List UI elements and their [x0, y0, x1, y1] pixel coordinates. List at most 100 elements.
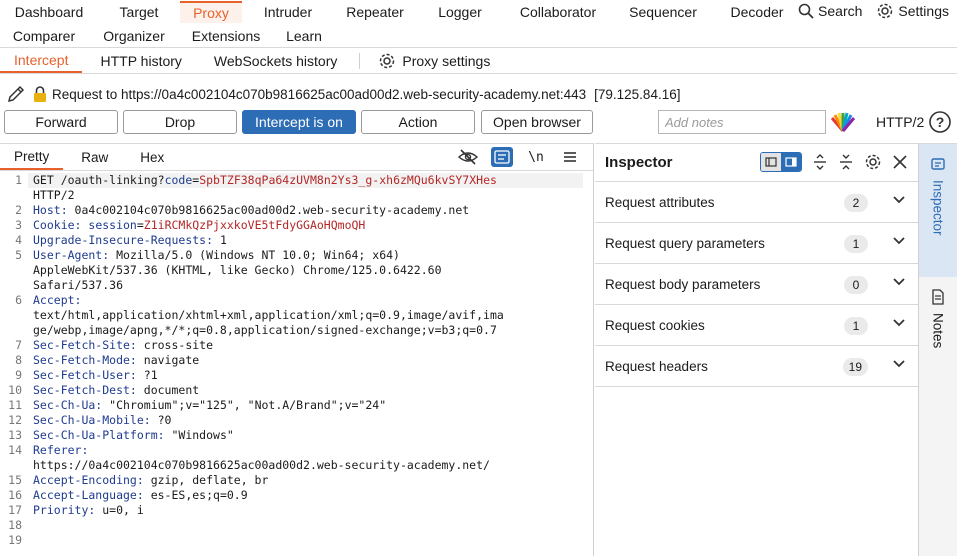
tab-intercept[interactable]: Intercept — [0, 48, 83, 73]
header-name: Sec-Fetch-Mode: — [33, 353, 137, 367]
inspector-tools — [760, 152, 908, 172]
nav-tab-repeater[interactable]: Repeater — [334, 1, 416, 23]
nav-tab-proxy[interactable]: Proxy — [180, 1, 242, 23]
tab-hex[interactable]: Hex — [122, 144, 178, 170]
inspector-section-query-parameters[interactable]: Request query parameters 1 — [595, 223, 918, 264]
line-number: 1 — [15, 173, 22, 187]
intercept-toggle-button[interactable]: Intercept is on — [242, 110, 356, 134]
action-button[interactable]: Action — [361, 110, 475, 134]
expand-all-icon[interactable] — [812, 153, 828, 171]
tab-pretty[interactable]: Pretty — [0, 144, 64, 170]
line-number: 19 — [8, 533, 22, 547]
show-newlines-button[interactable]: \n — [525, 147, 547, 167]
inspector-count-badge: 19 — [842, 358, 868, 376]
header-value: 0a4c002104c070b9816625ac00ad00d2.web-sec… — [67, 203, 470, 217]
code-line: User-Agent: Mozilla/5.0 (Windows NT 10.0… — [33, 248, 400, 263]
inspector-count-badge: 1 — [844, 317, 868, 335]
search-icon — [798, 3, 814, 19]
tab-websockets-history[interactable]: WebSockets history — [196, 48, 351, 73]
header-value: ?0 — [150, 413, 172, 427]
inspector-layout-toggle[interactable] — [760, 152, 802, 172]
subtabs-divider — [359, 52, 361, 69]
header-value: 1 — [213, 233, 227, 247]
code-line: Sec-Ch-Ua-Platform: "Windows" — [33, 428, 234, 443]
nav-tab-collaborator[interactable]: Collaborator — [504, 1, 612, 23]
chevron-down-icon — [893, 278, 905, 286]
inspector-section-headers[interactable]: Request headers 19 — [595, 346, 918, 387]
code-line: Accept-Language: es-ES,es;q=0.9 — [33, 488, 248, 503]
header-name: Accept-Encoding: — [33, 473, 144, 487]
header-name: Accept-Language: — [33, 488, 144, 502]
tab-http-history[interactable]: HTTP history — [82, 48, 195, 73]
inspector-section-label: Request cookies — [605, 317, 705, 333]
request-ip: [79.125.84.16] — [594, 86, 681, 102]
inspector-count-badge: 2 — [844, 194, 868, 212]
inspector-section-body-parameters[interactable]: Request body parameters 0 — [595, 264, 918, 305]
nav-tab-intruder[interactable]: Intruder — [242, 1, 334, 23]
header-name: Host: — [33, 203, 68, 217]
pencil-icon[interactable] — [6, 84, 26, 104]
header-name: Sec-Fetch-User: — [33, 368, 137, 382]
rail-label-notes: Notes — [930, 313, 946, 349]
inspector-section-label: Request attributes — [605, 194, 715, 210]
forward-button[interactable]: Forward — [4, 110, 118, 134]
code-line: Sec-Ch-Ua: "Chromium";v="125", "Not.A/Br… — [33, 398, 386, 413]
nav-tab-dashboard[interactable]: Dashboard — [0, 1, 98, 23]
header-name: Accept: — [33, 293, 82, 307]
notes-input[interactable] — [658, 110, 826, 134]
header-name: Sec-Ch-Ua-Platform: — [33, 428, 165, 442]
rail-tab-notes[interactable]: Notes — [919, 289, 957, 379]
hide-nonprintable-button[interactable] — [457, 147, 479, 167]
inspector-panel: Inspector Request attributes 2 Request q… — [595, 143, 918, 556]
rail-tab-inspector[interactable]: Inspector — [919, 144, 957, 277]
line-number: 8 — [15, 353, 22, 367]
cookie-name: session — [81, 218, 137, 232]
drop-button[interactable]: Drop — [123, 110, 237, 134]
highlight-color-icon[interactable] — [830, 112, 856, 132]
global-settings-button[interactable]: Settings — [876, 2, 949, 20]
open-browser-button[interactable]: Open browser — [481, 110, 593, 134]
query-param-value: SpbTZF38qPa64zUVM8n2Ys3_g-xh6zMQu6kvSY7X… — [199, 173, 497, 187]
collapse-all-icon[interactable] — [838, 153, 854, 171]
request-code-view[interactable]: 1 GET /oauth-linking?code=SpbTZF38qPa64z… — [0, 172, 593, 557]
chevron-down-icon — [893, 237, 905, 245]
nav-tab-target[interactable]: Target — [98, 1, 180, 23]
split-layout-icon[interactable] — [781, 153, 801, 171]
close-icon[interactable] — [892, 154, 908, 170]
gear-icon — [380, 53, 395, 68]
nav-tab-extensions[interactable]: Extensions — [180, 25, 272, 47]
nav-tab-learn[interactable]: Learn — [272, 25, 336, 47]
eye-slash-icon — [458, 149, 478, 165]
lock-icon — [34, 86, 46, 102]
tab-raw[interactable]: Raw — [63, 144, 122, 170]
nav-tab-comparer[interactable]: Comparer — [0, 25, 88, 47]
search-label: Search — [818, 3, 863, 19]
gear-icon[interactable] — [864, 153, 882, 171]
request-url: Request to https://0a4c002104c070b981662… — [52, 86, 587, 102]
inspector-section-request-attributes[interactable]: Request attributes 2 — [595, 182, 918, 223]
list-layout-icon[interactable] — [761, 153, 781, 171]
code-line: Sec-Fetch-User: ?1 — [33, 368, 158, 383]
editor-tools: \n — [457, 147, 581, 167]
header-name: Upgrade-Insecure-Requests: — [33, 233, 214, 247]
help-icon[interactable]: ? — [928, 110, 952, 134]
header-value: cross-site — [136, 338, 214, 352]
line-number: 3 — [15, 218, 22, 232]
header-name: User-Agent: — [33, 248, 110, 262]
editor-menu-button[interactable] — [559, 147, 581, 167]
code-line: https://0a4c002104c070b9816625ac00ad00d2… — [33, 458, 490, 472]
nav-tab-decoder[interactable]: Decoder — [714, 1, 800, 23]
header-value: "Windows" — [164, 428, 234, 442]
code-line: Sec-Fetch-Dest: document — [33, 383, 199, 398]
nav-tab-logger[interactable]: Logger — [416, 1, 504, 23]
inspector-section-cookies[interactable]: Request cookies 1 — [595, 305, 918, 346]
pretty-format-toggle[interactable] — [491, 147, 513, 167]
svg-text:?: ? — [936, 114, 945, 130]
proxy-settings-button[interactable]: Proxy settings — [368, 48, 504, 73]
http-version-label[interactable]: HTTP/2 — [876, 114, 924, 130]
nav-tab-sequencer[interactable]: Sequencer — [612, 1, 714, 23]
proxy-settings-label: Proxy settings — [402, 52, 491, 69]
global-search-button[interactable]: Search — [798, 3, 862, 19]
nav-tab-organizer[interactable]: Organizer — [88, 25, 180, 47]
code-line: text/html,application/xhtml+xml,applicat… — [33, 308, 504, 322]
